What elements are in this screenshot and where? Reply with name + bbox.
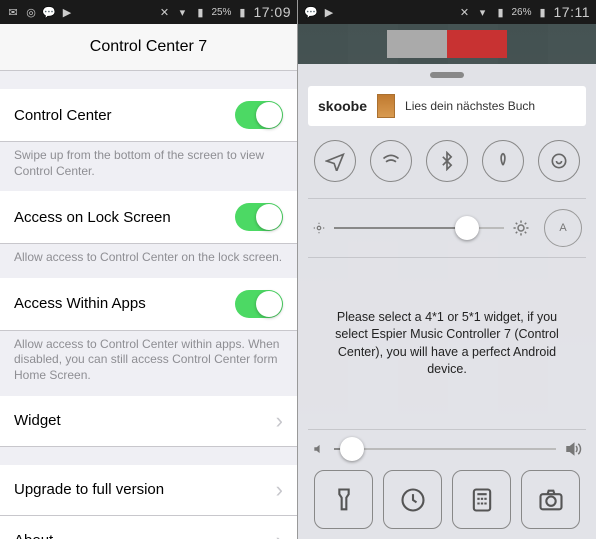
- wifi-icon: ▾: [475, 5, 489, 19]
- clock-text: 17:09: [253, 4, 291, 20]
- rotation-lock-button[interactable]: [538, 140, 580, 182]
- brightness-row: A: [308, 203, 586, 253]
- setting-desc: Allow access to Control Center on the lo…: [0, 244, 297, 278]
- setting-lock-screen[interactable]: Access on Lock Screen: [0, 191, 297, 244]
- calculator-button[interactable]: [452, 470, 511, 529]
- vibrate-icon: ✕: [457, 5, 471, 19]
- wifi-button[interactable]: [370, 140, 412, 182]
- wifi-icon: ▾: [175, 5, 189, 19]
- signal-icon: ▮: [493, 5, 507, 19]
- clock-button[interactable]: [383, 470, 442, 529]
- right-phone: 💬 ▶ ✕ ▾ ▮ 26% ▮ 17:11 skoobe Lies dein n…: [298, 0, 596, 539]
- battery-icon: ▮: [235, 5, 249, 19]
- widget-message: Please select a 4*1 or 5*1 widget, if yo…: [308, 262, 586, 425]
- setting-control-center[interactable]: Control Center: [0, 89, 297, 142]
- battery-icon: ▮: [536, 5, 550, 19]
- setting-desc: Swipe up from the bottom of the screen t…: [0, 142, 297, 191]
- do-not-disturb-button[interactable]: [482, 140, 524, 182]
- nav-about[interactable]: About: [0, 516, 297, 539]
- clock-text: 17:11: [554, 4, 591, 20]
- quick-launch-row: [308, 464, 586, 531]
- chat-icon: 💬: [304, 5, 318, 19]
- airplane-mode-button[interactable]: [314, 140, 356, 182]
- play-icon: ▶: [60, 5, 74, 19]
- toggle[interactable]: [235, 101, 283, 129]
- status-bar: ✉ ◎ 💬 ▶ ✕ ▾ ▮ 25% ▮ 17:09: [0, 0, 297, 24]
- auto-brightness-button[interactable]: A: [544, 209, 582, 247]
- brightness-low-icon: [312, 221, 326, 235]
- status-bar: 💬 ▶ ✕ ▾ ▮ 26% ▮ 17:11: [298, 0, 596, 24]
- brightness-slider[interactable]: [334, 227, 504, 229]
- toggle[interactable]: [235, 203, 283, 231]
- nav-widget[interactable]: Widget: [0, 396, 297, 447]
- left-phone: ✉ ◎ 💬 ▶ ✕ ▾ ▮ 25% ▮ 17:09 Control Center…: [0, 0, 298, 539]
- page-title: Control Center 7: [0, 24, 297, 71]
- nav-label: About: [14, 532, 53, 539]
- nav-upgrade[interactable]: Upgrade to full version: [0, 465, 297, 516]
- ad-banner[interactable]: skoobe Lies dein nächstes Buch: [308, 86, 586, 126]
- setting-label: Access Within Apps: [14, 295, 146, 312]
- vibrate-icon: ✕: [157, 5, 171, 19]
- battery-text: 26%: [511, 7, 531, 18]
- ad-logo: skoobe: [318, 98, 367, 114]
- nav-label: Upgrade to full version: [14, 481, 164, 498]
- sync-icon: ◎: [24, 5, 38, 19]
- bluetooth-button[interactable]: [426, 140, 468, 182]
- toggle[interactable]: [235, 290, 283, 318]
- volume-low-icon: [312, 442, 326, 456]
- settings-screen: Control Center 7 Control Center Swipe up…: [0, 24, 297, 539]
- control-center-bg: skoobe Lies dein nächstes Buch A: [298, 24, 596, 539]
- drag-handle[interactable]: [308, 64, 586, 86]
- volume-high-icon: [564, 440, 582, 458]
- nav-label: Widget: [14, 412, 61, 429]
- setting-within-apps[interactable]: Access Within Apps: [0, 278, 297, 331]
- mail-icon: ✉: [6, 5, 20, 19]
- setting-label: Control Center: [14, 107, 112, 124]
- battery-text: 25%: [211, 7, 231, 18]
- ad-image: [377, 94, 395, 118]
- flashlight-button[interactable]: [314, 470, 373, 529]
- play-icon: ▶: [322, 5, 336, 19]
- camera-button[interactable]: [521, 470, 580, 529]
- signal-icon: ▮: [193, 5, 207, 19]
- quick-toggles: [308, 136, 586, 194]
- setting-label: Access on Lock Screen: [14, 209, 171, 226]
- background-app-preview: [298, 24, 596, 64]
- setting-desc: Allow access to Control Center within ap…: [0, 331, 297, 396]
- chat-icon: 💬: [42, 5, 56, 19]
- control-center-panel: skoobe Lies dein nächstes Buch A: [298, 64, 596, 539]
- volume-row: [308, 434, 586, 464]
- ad-text: Lies dein nächstes Buch: [405, 99, 535, 113]
- brightness-high-icon: [512, 219, 530, 237]
- volume-slider[interactable]: [334, 448, 556, 450]
